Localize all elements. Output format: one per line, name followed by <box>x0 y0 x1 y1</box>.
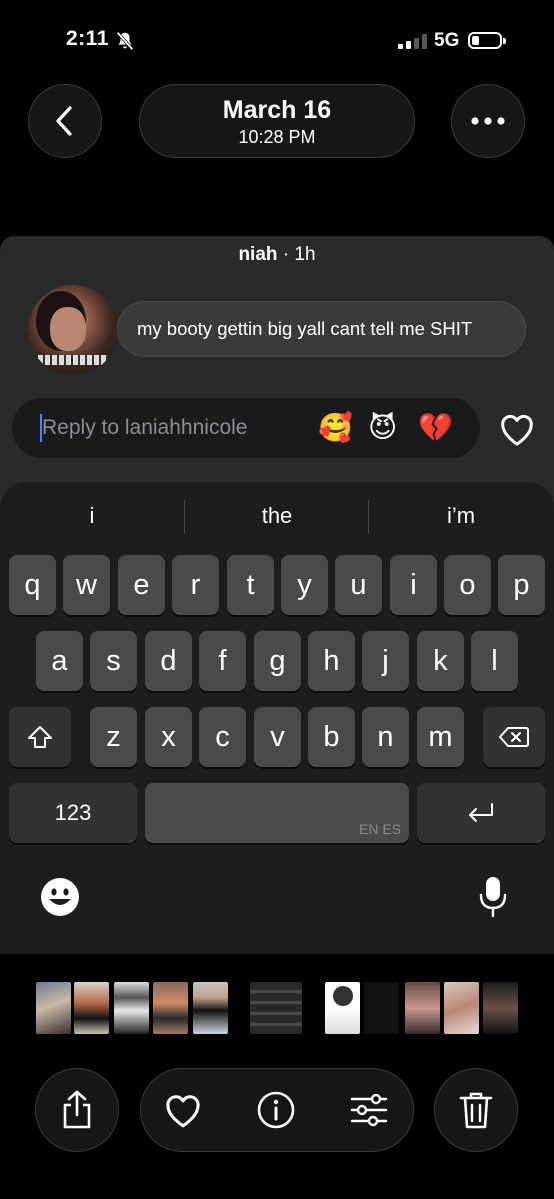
key-b[interactable]: b <box>308 707 355 767</box>
key-z[interactable]: z <box>90 707 137 767</box>
shift-icon <box>28 726 52 748</box>
key-i[interactable]: i <box>390 555 437 615</box>
status-time: 2:11 <box>66 27 109 50</box>
key-y[interactable]: y <box>281 555 328 615</box>
bell-slash-icon <box>116 31 134 51</box>
photo-thumbnail[interactable] <box>325 982 360 1034</box>
suggestion-2[interactable]: the <box>187 503 367 529</box>
photo-thumbnail[interactable] <box>444 982 479 1034</box>
sliders-icon[interactable] <box>349 1090 389 1130</box>
reaction-smiling-hearts[interactable]: 🥰 <box>318 410 353 446</box>
key-d[interactable]: d <box>145 631 192 691</box>
key-q[interactable]: q <box>9 555 56 615</box>
emoji-icon[interactable] <box>40 877 80 917</box>
key-p[interactable]: p <box>498 555 545 615</box>
battery-icon <box>468 32 506 49</box>
key-g[interactable]: g <box>254 631 301 691</box>
photo-thumbnail[interactable] <box>250 982 302 1034</box>
suggestion-divider <box>368 500 369 534</box>
photo-thumbnail[interactable] <box>74 982 109 1034</box>
delete-button[interactable] <box>434 1068 518 1152</box>
backspace-key[interactable] <box>483 707 545 767</box>
photo-thumbnail[interactable] <box>193 982 228 1034</box>
photo-thumbnail[interactable] <box>36 982 71 1034</box>
message-age: · 1h <box>282 244 316 265</box>
reply-placeholder: Reply to laniahhnicole <box>42 416 248 439</box>
sender-name[interactable]: niah <box>238 244 277 265</box>
photo-thumbnail[interactable] <box>405 982 440 1034</box>
key-e[interactable]: e <box>118 555 165 615</box>
heart-outline-icon[interactable] <box>163 1090 203 1130</box>
key-n[interactable]: n <box>362 707 409 767</box>
shift-key[interactable] <box>9 707 71 767</box>
story-time: 10:28 PM <box>238 127 316 147</box>
return-icon <box>469 803 493 822</box>
sender-line: niah · 1h <box>0 244 554 266</box>
reaction-broken-heart[interactable]: 💔 <box>418 410 453 446</box>
photo-thumbnail[interactable] <box>483 982 518 1034</box>
numbers-key[interactable]: 123 <box>9 783 137 843</box>
avatar[interactable] <box>28 285 118 375</box>
trash-icon <box>459 1092 493 1129</box>
space-language-label: EN ES <box>358 821 401 837</box>
key-m[interactable]: m <box>417 707 464 767</box>
ellipsis-icon <box>471 117 505 125</box>
key-l[interactable]: l <box>471 631 518 691</box>
key-f[interactable]: f <box>199 631 246 691</box>
key-w[interactable]: w <box>63 555 110 615</box>
date-header: March 16 10:28 PM <box>139 84 415 158</box>
microphone-icon[interactable] <box>478 875 508 919</box>
key-a[interactable]: a <box>36 631 83 691</box>
network-label: 5G <box>434 30 460 51</box>
suggestion-divider <box>184 500 185 534</box>
key-r[interactable]: r <box>172 555 219 615</box>
key-j[interactable]: j <box>362 631 409 691</box>
chevron-left-icon <box>56 106 72 136</box>
return-key[interactable] <box>417 783 545 843</box>
reaction-devil[interactable]: 😈 <box>368 410 397 446</box>
suggestion-3[interactable]: i’m <box>371 503 551 529</box>
heart-outline-icon[interactable] <box>498 411 536 447</box>
backspace-icon <box>499 727 529 747</box>
back-button[interactable] <box>28 84 102 158</box>
key-s[interactable]: s <box>90 631 137 691</box>
message-bubble: my booty gettin big yall cant tell me SH… <box>117 301 526 357</box>
key-v[interactable]: v <box>254 707 301 767</box>
share-icon <box>63 1090 91 1129</box>
photo-thumbnail[interactable] <box>114 982 149 1034</box>
key-k[interactable]: k <box>417 631 464 691</box>
key-t[interactable]: t <box>227 555 274 615</box>
key-u[interactable]: u <box>335 555 382 615</box>
more-options-button[interactable] <box>451 84 525 158</box>
info-icon[interactable] <box>256 1090 296 1130</box>
space-key[interactable]: EN ES <box>145 783 409 843</box>
photo-thumbnail[interactable] <box>364 982 399 1034</box>
story-date: March 16 <box>222 96 332 124</box>
suggestion-1[interactable]: i <box>2 503 182 529</box>
key-o[interactable]: o <box>444 555 491 615</box>
key-h[interactable]: h <box>308 631 355 691</box>
key-c[interactable]: c <box>199 707 246 767</box>
share-button[interactable] <box>35 1068 119 1152</box>
signal-icon <box>398 33 427 49</box>
photo-thumbnail[interactable] <box>153 982 188 1034</box>
key-x[interactable]: x <box>145 707 192 767</box>
